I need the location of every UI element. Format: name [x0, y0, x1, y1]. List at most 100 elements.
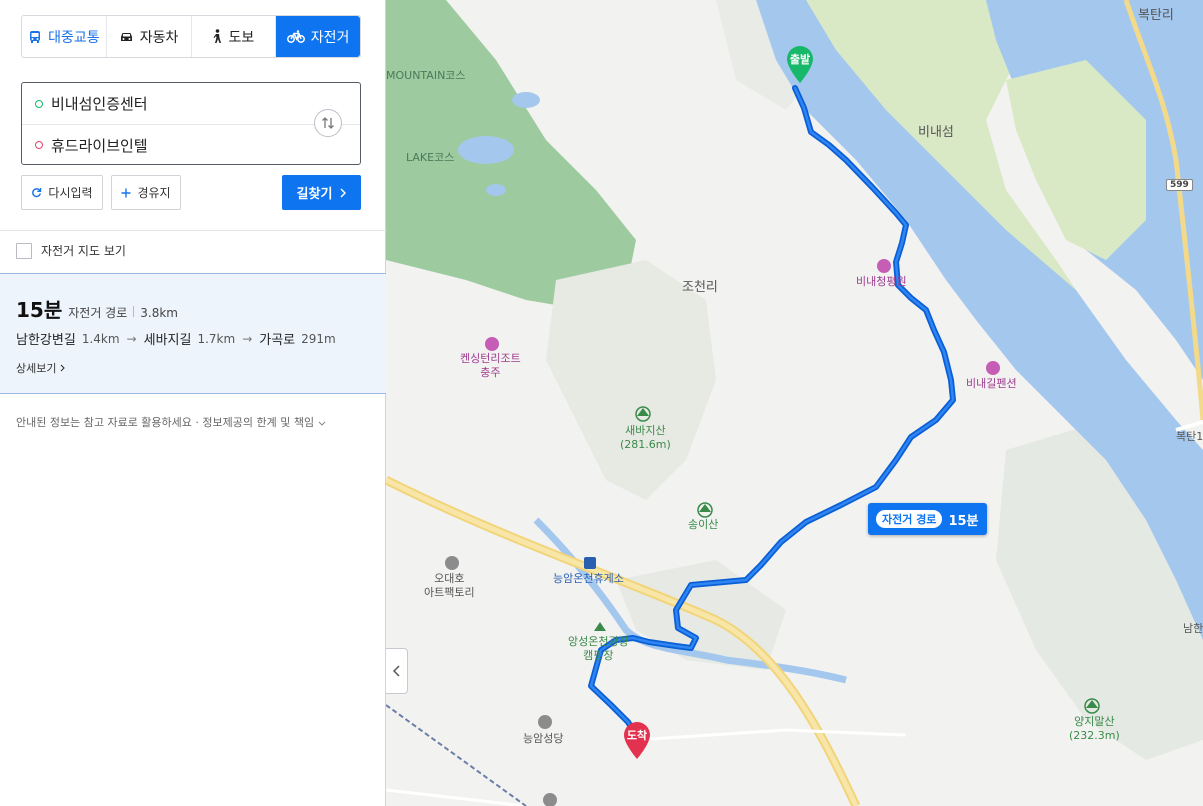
origin-field[interactable]: 비내섬인증센터: [22, 83, 304, 124]
bus-icon: [30, 30, 41, 43]
disclaimer-link[interactable]: 안내된 정보는 참고 자료로 활용하세요 · 정보제공의 한계 및 책임: [16, 414, 326, 430]
add-waypoint-button[interactable]: 경유지: [111, 175, 181, 210]
map-label: 송이산: [688, 518, 719, 531]
bicycle-icon: [286, 30, 305, 43]
chevron-left-icon: [393, 665, 400, 677]
waypoint-label: 경유지: [137, 186, 171, 200]
map-label: 복탄1: [1176, 430, 1203, 443]
arrow-right-icon: →: [126, 331, 137, 346]
rest-area-icon: [584, 557, 596, 569]
origin-dot-icon: [35, 99, 43, 108]
map-label: 조천리: [682, 280, 718, 295]
road-shield: 599: [1166, 179, 1193, 191]
walk-icon: [213, 29, 222, 43]
lake: [458, 136, 514, 164]
route-tooltip[interactable]: 자전거 경로 15분: [868, 503, 987, 535]
map-label: 남한: [1183, 622, 1203, 635]
poi-marker: [986, 361, 1000, 375]
railway: [386, 704, 527, 806]
leg-road: 세바지길: [143, 333, 192, 348]
map-label-line: 충주: [480, 365, 501, 379]
tab-walk-label: 도보: [228, 29, 255, 46]
leg-distance: 1.7km: [197, 331, 236, 346]
result-summary: 15분 자전거 경로 3.8km: [16, 294, 178, 323]
detail-label: 상세보기: [16, 362, 57, 375]
map-label: 비내섬: [918, 125, 954, 140]
map-label: 비내청평원: [856, 275, 907, 288]
result-type: 자전거 경로: [68, 306, 128, 320]
map-label-line: 양지말산: [1074, 715, 1115, 728]
road: [386, 788, 527, 806]
reset-label: 다시입력: [48, 186, 93, 200]
destination-value: 휴드라이브인텔: [51, 136, 148, 155]
map-label: 양지말산 (232.3m): [1069, 715, 1120, 743]
tab-walk[interactable]: 도보: [192, 16, 277, 57]
disclaimer-text: 안내된 정보는 참고 자료로 활용하세요 · 정보제공의 한계 및 책임: [16, 416, 315, 429]
collapse-panel-button[interactable]: [386, 648, 408, 694]
bike-map-toggle[interactable]: 자전거 지도 보기: [16, 242, 126, 259]
map-label: 앙성온천광장 캠핑장: [568, 635, 629, 663]
start-pin-label: 출발: [789, 53, 811, 66]
tooltip-time: 15분: [948, 513, 979, 529]
detail-link[interactable]: 상세보기: [16, 360, 66, 376]
result-distance: 3.8km: [140, 306, 178, 320]
map-label: MOUNTAIN코스: [386, 69, 466, 82]
chevron-down-icon: [318, 421, 325, 426]
map-view[interactable]: 복탄리 복탄1 MOUNTAIN코스 LAKE코스 비내섬 조천리 비내청평원 …: [386, 0, 1203, 806]
search-route-button[interactable]: 길찾기: [282, 175, 361, 210]
tab-transit[interactable]: 대중교통: [22, 16, 107, 57]
map-label-line: (281.6m): [620, 437, 671, 451]
tooltip-type: 자전거 경로: [876, 510, 943, 528]
bike-map-label: 자전거 지도 보기: [41, 244, 126, 258]
tab-bike[interactable]: 자전거: [276, 16, 360, 57]
map-label: 능암성당: [523, 732, 564, 745]
destination-dot-icon: [35, 141, 43, 149]
arrow-right-icon: →: [242, 331, 253, 346]
separator: [133, 306, 135, 317]
swap-button[interactable]: [314, 109, 342, 137]
map-label-line: 앙성온천광장: [568, 635, 629, 648]
car-icon: [120, 32, 132, 41]
lake: [486, 184, 506, 196]
tab-car[interactable]: 자동차: [107, 16, 192, 57]
end-pin[interactable]: 도착: [621, 720, 653, 760]
map-label-line: 오대호: [434, 572, 465, 585]
chevron-right-icon: [340, 187, 347, 198]
origin-value: 비내섬인증센터: [51, 95, 148, 113]
map-label: 복탄리: [1138, 8, 1174, 23]
search-route-label: 길찾기: [296, 187, 333, 202]
map-label-line: 켄싱턴리조트: [460, 352, 521, 365]
map-label-line: 아트팩토리: [424, 585, 475, 599]
map-label-line: 캠핑장: [583, 648, 614, 662]
map-label: 비내길펜션: [966, 377, 1017, 390]
poi-marker: [485, 337, 499, 351]
divider: [0, 230, 386, 231]
map-label: 새바지산 (281.6m): [620, 424, 671, 452]
reset-button[interactable]: 다시입력: [21, 175, 103, 210]
travel-mode-tabs: 대중교통 자동차 도보 자전거: [21, 15, 361, 58]
end-pin-label: 도착: [626, 729, 648, 742]
tab-car-label: 자동차: [139, 29, 179, 46]
lake: [512, 92, 540, 108]
destination-field[interactable]: 휴드라이브인텔: [22, 124, 360, 165]
map-label: LAKE코스: [406, 151, 455, 164]
swap-arrows-icon: [322, 117, 334, 129]
tab-transit-label: 대중교통: [48, 29, 100, 46]
road: [635, 728, 907, 742]
map-label: 켄싱턴리조트 충주: [460, 352, 521, 380]
leg-road: 남한강변길: [16, 333, 76, 348]
poi-marker: [877, 259, 891, 273]
refresh-icon: [32, 188, 42, 198]
start-pin[interactable]: 출발: [784, 44, 816, 84]
route-legs: 남한강변길 1.4km → 세바지길 1.7km → 가곡로 291m: [16, 329, 336, 349]
plus-icon: [121, 188, 131, 197]
route-result-card[interactable]: 15분 자전거 경로 3.8km 남한강변길 1.4km → 세바지길 1.7k…: [0, 273, 386, 394]
tab-bike-label: 자전거: [310, 29, 350, 46]
leg-distance: 291m: [301, 331, 336, 346]
bike-map-checkbox[interactable]: [16, 242, 32, 259]
leg-distance: 1.4km: [81, 331, 120, 346]
leg-road: 가곡로: [259, 333, 296, 348]
map-base: [386, 0, 1203, 806]
map-label-line: (232.3m): [1069, 728, 1120, 742]
camp-icon: [594, 622, 606, 631]
